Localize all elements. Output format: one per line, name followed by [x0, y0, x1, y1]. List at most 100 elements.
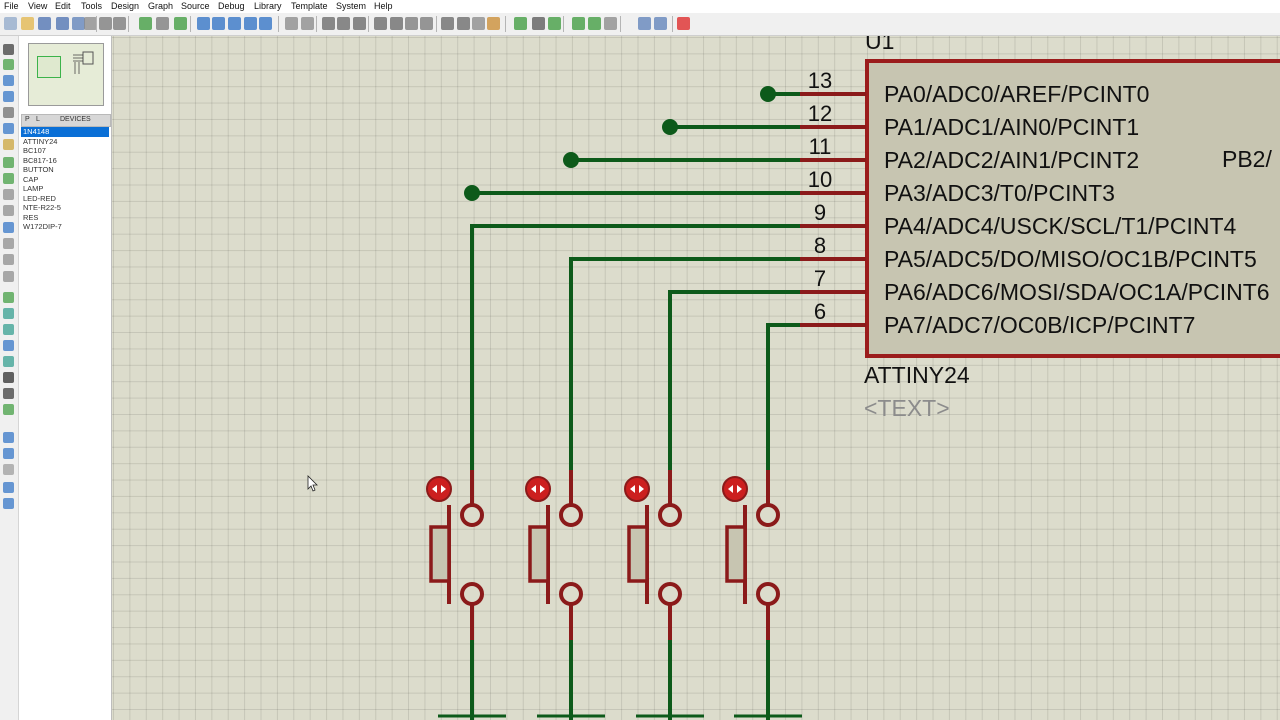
component-mode-icon[interactable] [3, 59, 14, 70]
toggle-grid-icon[interactable] [156, 17, 169, 30]
new-file-icon[interactable] [4, 17, 17, 30]
device-list-item[interactable]: LAMP [21, 184, 109, 194]
new-sheet-icon[interactable] [572, 17, 585, 30]
button-actuator-icon[interactable] [525, 476, 551, 502]
net-terminal-dot[interactable] [563, 152, 579, 168]
copy-icon[interactable] [337, 17, 350, 30]
text-2d-icon[interactable] [3, 372, 14, 383]
generator-icon[interactable] [3, 222, 14, 233]
graph-mode-icon[interactable] [3, 189, 14, 200]
cut-icon[interactable] [322, 17, 335, 30]
undo-icon[interactable] [285, 17, 298, 30]
menu-library[interactable]: Library [254, 0, 282, 12]
selection-mode-icon[interactable] [3, 44, 14, 55]
wire-label-icon[interactable] [3, 91, 14, 102]
save-icon[interactable] [38, 17, 51, 30]
search-tag-icon[interactable] [532, 17, 545, 30]
tape-recorder-icon[interactable] [3, 205, 14, 216]
tab-library[interactable]: L [36, 116, 40, 123]
wire-autorouter-icon[interactable] [514, 17, 527, 30]
button-actuator-icon[interactable] [624, 476, 650, 502]
menu-design[interactable]: Design [111, 0, 139, 12]
line-2d-icon[interactable] [3, 292, 14, 303]
path-2d-icon[interactable] [3, 356, 14, 367]
zoom-out-icon[interactable] [228, 17, 241, 30]
terminals-icon[interactable] [3, 157, 14, 168]
open-folder-icon[interactable] [21, 17, 34, 30]
device-list-item[interactable]: NTE-R22-5 [21, 203, 109, 213]
button-actuator-icon[interactable] [426, 476, 452, 502]
wire-segment[interactable] [766, 323, 800, 470]
current-probe-icon[interactable] [3, 254, 14, 265]
print-icon[interactable] [99, 17, 112, 30]
refresh-icon[interactable] [139, 17, 152, 30]
menu-help[interactable]: Help [374, 0, 393, 12]
remove-sheet-icon[interactable] [588, 17, 601, 30]
paste-icon[interactable] [353, 17, 366, 30]
rotate-cw-icon[interactable] [3, 432, 14, 443]
mirror-x-icon[interactable] [3, 482, 14, 493]
circle-2d-icon[interactable] [3, 324, 14, 335]
menu-template[interactable]: Template [291, 0, 328, 12]
device-list-item[interactable]: BC817-16 [21, 156, 109, 166]
overview-window[interactable] [28, 43, 104, 106]
subcircuit-icon[interactable] [3, 139, 14, 150]
wire-segment[interactable] [668, 290, 800, 470]
menu-edit[interactable]: Edit [55, 0, 71, 12]
decompose-icon[interactable] [487, 17, 500, 30]
device-list-item[interactable]: LED-RED [21, 194, 109, 204]
box-2d-icon[interactable] [3, 308, 14, 319]
property-tool-icon[interactable] [548, 17, 561, 30]
menu-tools[interactable]: Tools [81, 0, 102, 12]
marker-2d-icon[interactable] [3, 404, 14, 415]
junction-dot-icon[interactable] [3, 75, 14, 86]
pick-device-icon[interactable] [441, 17, 454, 30]
netlist-icon[interactable] [654, 17, 667, 30]
block-copy-icon[interactable] [374, 17, 387, 30]
block-rotate-icon[interactable] [405, 17, 418, 30]
symbol-2d-icon[interactable] [3, 388, 14, 399]
menu-graph[interactable]: Graph [148, 0, 173, 12]
net-terminal-dot[interactable] [464, 185, 480, 201]
zoom-area-icon[interactable] [259, 17, 272, 30]
angle-field-icon[interactable] [3, 464, 14, 475]
net-terminal-dot[interactable] [760, 86, 776, 102]
block-delete-icon[interactable] [420, 17, 433, 30]
bill-of-materials-icon[interactable] [638, 17, 651, 30]
block-move-icon[interactable] [390, 17, 403, 30]
device-list-item[interactable]: BUTTON [21, 165, 109, 175]
device-list-item[interactable]: ATTINY24 [21, 137, 109, 147]
package-tool-icon[interactable] [472, 17, 485, 30]
print-area-icon[interactable] [113, 17, 126, 30]
menu-file[interactable]: File [4, 0, 19, 12]
redo-icon[interactable] [301, 17, 314, 30]
device-list-item[interactable]: 1N4148 [21, 127, 109, 137]
menu-system[interactable]: System [336, 0, 366, 12]
push-button[interactable] [624, 470, 704, 720]
electrical-rules-icon[interactable] [677, 17, 690, 30]
voltage-probe-icon[interactable] [3, 238, 14, 249]
make-device-icon[interactable] [457, 17, 470, 30]
menu-debug[interactable]: Debug [218, 0, 245, 12]
wire-segment[interactable] [470, 224, 800, 470]
tab-pick[interactable]: P [25, 116, 30, 123]
device-list-item[interactable]: CAP [21, 175, 109, 185]
menu-view[interactable]: View [28, 0, 47, 12]
device-list-item[interactable]: BC107 [21, 146, 109, 156]
zoom-in-icon[interactable] [212, 17, 225, 30]
push-button[interactable] [426, 470, 506, 720]
text-script-icon[interactable] [3, 107, 14, 118]
push-button[interactable] [722, 470, 802, 720]
arc-2d-icon[interactable] [3, 340, 14, 351]
device-list-item[interactable]: W172DIP-7 [21, 222, 109, 232]
origin-icon[interactable] [174, 17, 187, 30]
device-pins-icon[interactable] [3, 173, 14, 184]
save-all-icon[interactable] [56, 17, 69, 30]
push-button[interactable] [525, 470, 605, 720]
rotate-ccw-icon[interactable] [3, 448, 14, 459]
exit-parent-icon[interactable] [604, 17, 617, 30]
buses-icon[interactable] [3, 123, 14, 134]
schematic-canvas[interactable]: U1 ATTINY24 <TEXT> PB2/ 13 PA0/ADC0/AREF/… [112, 36, 1280, 720]
device-list-item[interactable]: RES [21, 213, 109, 223]
menu-source[interactable]: Source [181, 0, 210, 12]
